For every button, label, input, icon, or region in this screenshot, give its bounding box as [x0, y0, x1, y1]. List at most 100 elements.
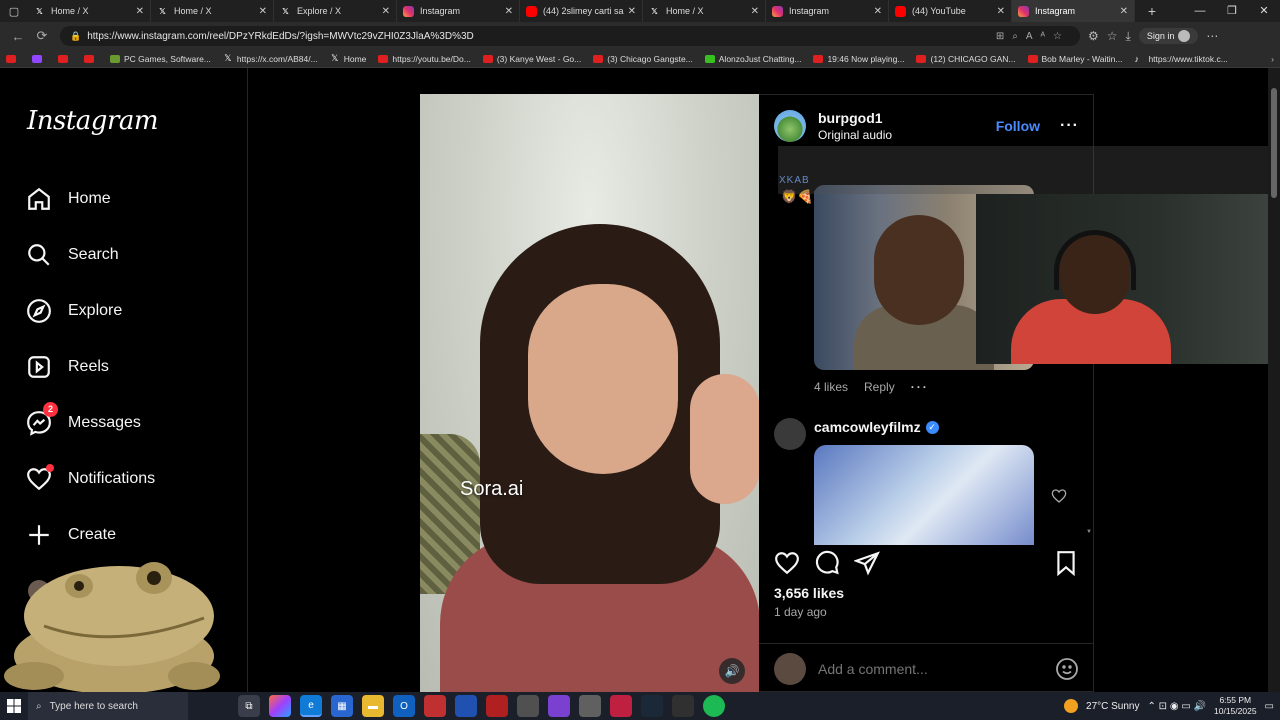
comment-more-icon[interactable]: ··· — [911, 380, 929, 394]
browser-tab[interactable]: (44) 2slimey carti samp ✕ — [520, 0, 643, 22]
follow-button[interactable]: Follow — [996, 118, 1040, 134]
signin-button[interactable]: Sign in — [1138, 28, 1199, 44]
browser-tab[interactable]: 𝕏 Home / X ✕ — [643, 0, 766, 22]
bookmarks-overflow-icon[interactable]: › — [1271, 54, 1274, 64]
close-tab-icon[interactable]: ✕ — [997, 6, 1005, 17]
close-window-icon[interactable]: ✕ — [1248, 0, 1280, 22]
notification-center-icon[interactable]: ▭ — [1265, 701, 1274, 712]
bookmark-item[interactable] — [58, 54, 72, 63]
bookmark-item[interactable]: PC Games, Software... — [110, 54, 211, 64]
bookmark-item[interactable]: (3) Kanye West - Go... — [482, 54, 581, 64]
comment-avatar[interactable] — [774, 418, 806, 450]
url-action-icons[interactable]: ⊞⌕Aᴬ☆ — [996, 31, 1070, 42]
browser-tab[interactable]: 𝕏 Home / X ✕ — [151, 0, 274, 22]
minimize-icon[interactable]: — — [1184, 0, 1216, 22]
instagram-logo[interactable]: Instagram — [27, 106, 159, 136]
page-scrollbar[interactable] — [1268, 68, 1280, 692]
close-tab-icon[interactable]: ✕ — [874, 6, 882, 17]
bookmark-item[interactable] — [32, 54, 46, 63]
reply-button[interactable]: Reply — [864, 380, 895, 394]
close-tab-icon[interactable]: ✕ — [505, 6, 513, 17]
url-field[interactable]: 🔒 https://www.instagram.com/reel/DPzYRkd… — [60, 26, 1080, 46]
close-tab-icon[interactable]: ✕ — [628, 6, 636, 17]
post-likes-count[interactable]: 3,656 likes — [774, 585, 844, 601]
edge-icon[interactable]: e — [300, 695, 322, 717]
new-tab-button[interactable]: + — [1141, 3, 1163, 19]
share-icon[interactable] — [854, 550, 880, 576]
nav-messages[interactable]: 2 Messages — [26, 402, 141, 438]
extensions-icon[interactable]: ⚙ — [1088, 29, 1099, 43]
bookmark-item[interactable] — [6, 54, 20, 63]
comment-username[interactable]: camcowleyfilmz — [814, 419, 921, 435]
nav-create[interactable]: Create — [26, 520, 116, 550]
browser-tab[interactable]: 𝕏 Explore / X ✕ — [274, 0, 397, 22]
close-tab-icon[interactable]: ✕ — [751, 6, 759, 17]
task-view-icon[interactable]: ⧉ — [238, 695, 260, 717]
comment-likes[interactable]: 4 likes — [814, 380, 848, 394]
like-heart-icon[interactable] — [774, 550, 800, 576]
browser-tab[interactable]: Instagram ✕ — [1012, 0, 1135, 22]
app-icon-pin[interactable] — [610, 695, 632, 717]
start-button[interactable] — [0, 692, 28, 720]
app-icon-blue[interactable] — [455, 695, 477, 717]
close-tab-icon[interactable]: ✕ — [259, 6, 267, 17]
more-options-icon[interactable]: ··· — [1060, 117, 1079, 135]
comment-image-2[interactable] — [814, 445, 1034, 545]
tab-actions-icon[interactable]: ▢ — [0, 0, 28, 22]
spotify-icon[interactable] — [703, 695, 725, 717]
bookmark-item[interactable]: Bob Marley - Waitin... — [1027, 54, 1122, 64]
author-avatar[interactable] — [774, 110, 806, 142]
comment-like-icon[interactable] — [1051, 488, 1067, 504]
refresh-icon[interactable]: ⟳ — [30, 28, 54, 44]
favorites-icon[interactable]: ☆ — [1107, 29, 1118, 43]
discord-icon[interactable] — [548, 695, 570, 717]
downloads-icon[interactable]: ⤓ — [1126, 29, 1131, 44]
app-icon-shield[interactable] — [579, 695, 601, 717]
bookmark-item[interactable]: ♪ https://www.tiktok.c... — [1134, 54, 1227, 64]
bookmark-item[interactable]: AlonzoJust Chatting... — [704, 54, 801, 64]
back-icon[interactable]: ← — [6, 29, 30, 44]
tray-icons[interactable]: ⌃ ⊡ ◉ ▭ 🔊 — [1148, 701, 1207, 712]
lock-icon[interactable]: 🔒 — [70, 31, 81, 42]
audio-link[interactable]: Original audio — [818, 128, 892, 142]
comment-icon[interactable] — [814, 550, 840, 576]
outlook-icon[interactable]: O — [393, 695, 415, 717]
browser-tab[interactable]: (44) YouTube ✕ — [889, 0, 1012, 22]
weather-text[interactable]: 27°C Sunny — [1086, 701, 1139, 712]
more-menu-icon[interactable]: ⋯ — [1206, 29, 1218, 43]
maximize-icon[interactable]: ❐ — [1216, 0, 1248, 22]
volume-icon[interactable]: 🔊 — [719, 658, 745, 684]
browser-tab[interactable]: Instagram ✕ — [766, 0, 889, 22]
close-tab-icon[interactable]: ✕ — [1120, 6, 1128, 17]
store-icon[interactable]: ▦ — [331, 695, 353, 717]
nav-home[interactable]: Home — [26, 184, 111, 214]
bookmark-item[interactable]: 𝕏https://x.com/AB84/... — [223, 53, 317, 64]
nav-explore[interactable]: Explore — [26, 296, 122, 326]
nav-notifications[interactable]: Notifications — [26, 464, 155, 494]
bookmark-item[interactable] — [84, 54, 98, 63]
app-icon-red[interactable] — [424, 695, 446, 717]
bookmark-item[interactable]: 19:46 Now playing... — [813, 54, 904, 64]
close-tab-icon[interactable]: ✕ — [136, 6, 144, 17]
app-icon-game[interactable] — [486, 695, 508, 717]
app-icon-circle[interactable] — [672, 695, 694, 717]
browser-tab[interactable]: Instagram ✕ — [397, 0, 520, 22]
bookmark-item[interactable]: https://youtu.be/Do... — [378, 54, 471, 64]
clock[interactable]: 6:55 PM 10/15/2025 — [1214, 695, 1257, 717]
emoji-picker-icon[interactable] — [1055, 657, 1079, 681]
taskbar-search[interactable]: ⌕ Type here to search — [28, 692, 188, 720]
save-bookmark-icon[interactable] — [1053, 550, 1079, 576]
page-scrollbar-thumb[interactable] — [1271, 88, 1277, 198]
bookmark-item[interactable]: (12) CHICAGO GAN... — [916, 54, 1016, 64]
reel-video[interactable]: Sora.ai 🔊 — [420, 94, 759, 692]
file-explorer-icon[interactable]: ▬ — [362, 695, 384, 717]
nav-reels[interactable]: Reels — [26, 352, 109, 382]
author-username[interactable]: burpgod1 — [818, 110, 892, 126]
steam-icon[interactable] — [641, 695, 663, 717]
copilot-icon[interactable] — [269, 695, 291, 717]
comment-input[interactable] — [818, 660, 1038, 677]
browser-tab[interactable]: 𝕏 Home / X ✕ — [28, 0, 151, 22]
bookmark-item[interactable]: 𝕏 Home — [330, 53, 366, 64]
bookmark-item[interactable]: (3) Chicago Gangste... — [593, 54, 693, 64]
nav-search[interactable]: Search — [26, 240, 119, 270]
